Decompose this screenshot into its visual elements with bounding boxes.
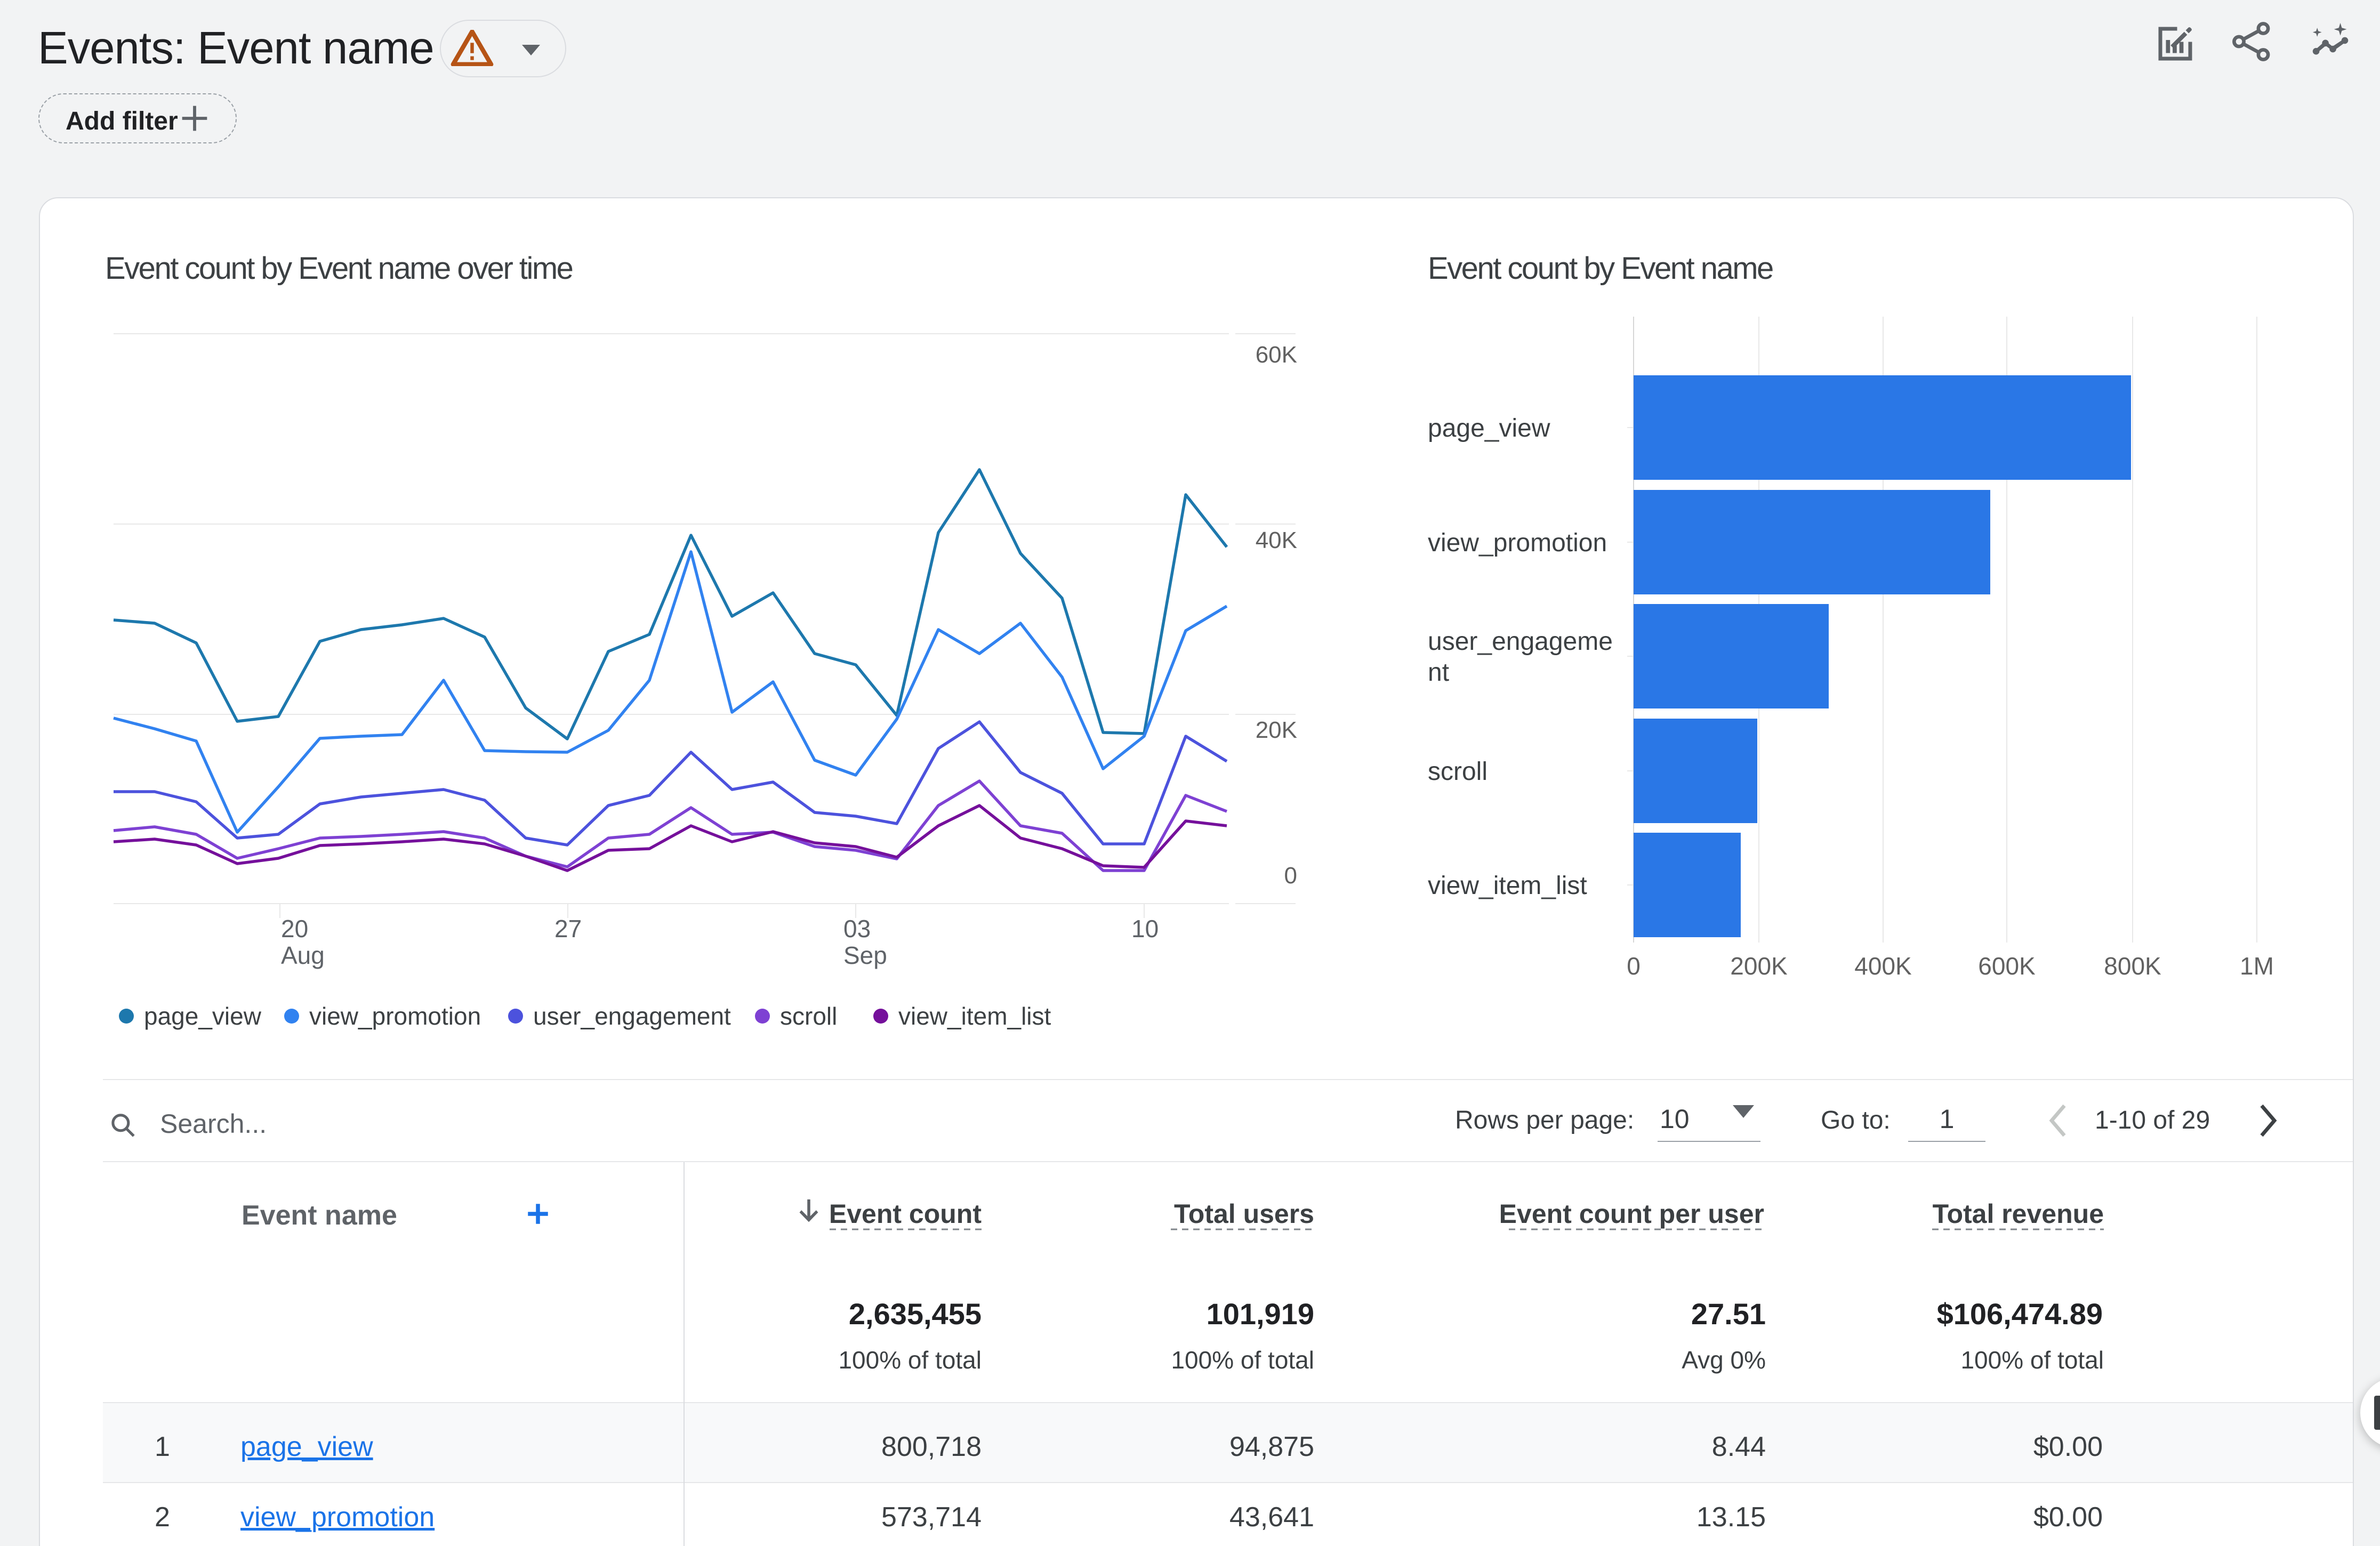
svg-text:400K: 400K [1854,952,1912,980]
svg-text:user_engageme: user_engageme [1428,627,1613,656]
svg-text:nt: nt [1428,658,1449,687]
svg-text:Aug: Aug [281,941,325,969]
svg-text:40K: 40K [1256,527,1297,553]
svg-text:200K: 200K [1730,952,1788,980]
svg-text:03: 03 [843,915,871,943]
svg-text:60K: 60K [1256,342,1297,368]
svg-text:20: 20 [281,915,308,943]
svg-text:view_item_list: view_item_list [1428,872,1587,900]
svg-text:0: 0 [1284,863,1297,889]
svg-text:27: 27 [554,915,582,943]
svg-text:page_view: page_view [144,1002,262,1030]
svg-text:scroll: scroll [780,1002,837,1030]
svg-text:user_engagement: user_engagement [533,1002,731,1030]
svg-text:10: 10 [1131,915,1159,943]
svg-text:view_promotion: view_promotion [1428,529,1607,557]
svg-text:Sep: Sep [843,941,887,969]
svg-text:600K: 600K [1978,952,2036,980]
svg-text:800K: 800K [2104,952,2161,980]
svg-text:scroll: scroll [1428,758,1488,786]
svg-text:20K: 20K [1256,717,1297,743]
svg-text:view_promotion: view_promotion [309,1002,481,1030]
svg-text:view_item_list: view_item_list [898,1002,1051,1030]
svg-text:0: 0 [1627,952,1641,980]
svg-text:1M: 1M [2240,952,2274,980]
svg-text:page_view: page_view [1428,414,1550,442]
